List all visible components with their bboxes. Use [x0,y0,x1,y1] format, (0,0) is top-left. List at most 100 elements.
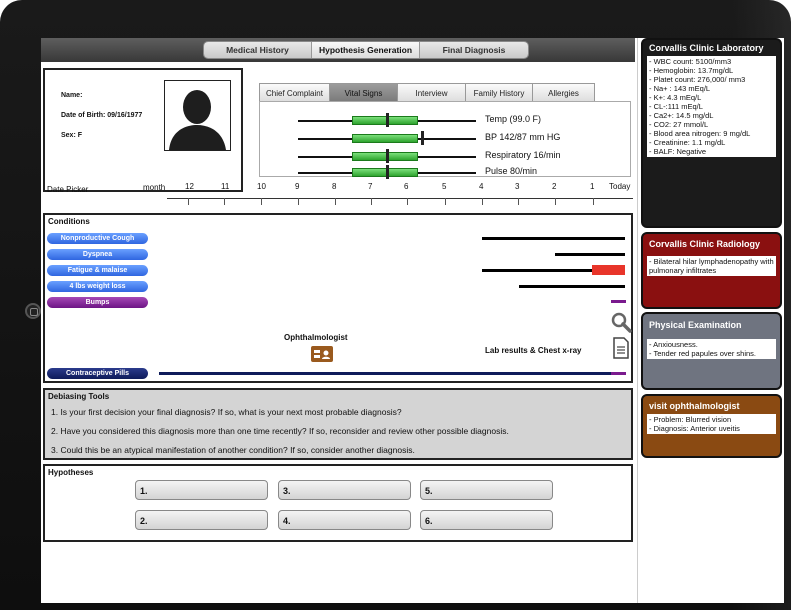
condition-weight-loss[interactable]: 4 lbs weight loss [47,281,148,292]
lab-line: - Na+ : 143 mEq/L [649,84,711,93]
stage-segmented-control: Medical History Hypothesis Generation Fi… [203,41,529,59]
patient-dob: Date of Birth: 09/16/1977 [61,112,143,119]
pulse-slider-knob[interactable] [386,165,389,179]
debiasing-title: Debiasing Tools [48,392,110,401]
timeline-bar-fatigue [482,269,592,272]
month-tick-8[interactable]: 8 [332,182,336,191]
home-button-icon[interactable] [25,303,41,319]
ruler-tick [298,198,299,205]
ruler-tick [445,198,446,205]
ophth-line: - Diagnosis: Anterior uveitis [649,424,740,433]
ruler-tick [593,198,594,205]
patient-avatar-icon [164,80,231,151]
resp-slider-knob[interactable] [386,149,389,163]
lab-results-label: Lab results & Chest x-ray [485,346,582,355]
tab-medical-history[interactable]: Medical History [204,42,312,58]
hypothesis-slot-1[interactable]: 1. [135,480,268,500]
ruler-tick [555,198,556,205]
date-picker-label: Date Picker [47,185,89,194]
document-icon[interactable] [612,337,630,359]
card-physical-exam[interactable]: Physical Examination - Anxiousness. - Te… [641,312,782,390]
ophthalmologist-card-icon[interactable] [311,346,333,362]
ruler-tick [407,198,408,205]
condition-bumps[interactable]: Bumps [47,297,148,308]
vital-bp: BP 142/87 mm HG [485,132,561,142]
debias-question-3: 3. Could this be an atypical manifestati… [51,445,415,455]
pulse-normal-range [352,168,418,177]
exam-line: - Anxiousness. [649,340,698,349]
resp-normal-range [352,152,418,161]
card-ophthalmologist-title: visit ophthalmologist [649,401,740,411]
timeline-bar-bumps [611,300,626,303]
timeline-bar-fatigue-highlight [592,265,625,275]
conditions-title: Conditions [48,217,90,226]
hypothesis-slot-4[interactable]: 4. [278,510,411,530]
tab-allergies[interactable]: Allergies [532,83,595,102]
condition-nonproductive-cough[interactable]: Nonproductive Cough [47,233,148,244]
card-laboratory[interactable]: Corvallis Clinic Laboratory - WBC count:… [641,38,782,228]
vital-temp: Temp (99.0 F) [485,114,542,124]
tab-family-history[interactable]: Family History [465,83,533,102]
hypothesis-slot-5[interactable]: 5. [420,480,553,500]
lab-line: - CL-:111 mEq/L [649,102,703,111]
tab-vital-signs[interactable]: Vital Signs [329,83,398,102]
vital-pulse: Pulse 80/min [485,166,538,176]
radiology-line: - Bilateral hilar lymphadenopathy with p… [649,257,774,275]
conditions-panel: Conditions Nonproductive Cough Dyspnea F… [43,213,633,383]
timeline-bar-medication [159,372,612,375]
timeline-bar-medication-end [611,372,626,375]
month-tick-1[interactable]: 1 [590,182,594,191]
month-tick-6[interactable]: 6 [404,182,408,191]
month-tick-3[interactable]: 3 [515,182,519,191]
month-tick-4[interactable]: 4 [479,182,483,191]
patient-detail-tabs: Chief Complaint Vital Signs Interview Fa… [259,83,595,102]
card-laboratory-title: Corvallis Clinic Laboratory [649,43,764,53]
medication-contraceptive-pills[interactable]: Contraceptive Pills [47,368,148,379]
card-radiology[interactable]: Corvallis Clinic Radiology - Bilateral h… [641,232,782,309]
temp-slider-knob[interactable] [386,113,389,127]
condition-fatigue-malaise[interactable]: Fatigue & malaise [47,265,148,276]
ruler-tick [188,198,189,205]
card-radiology-title: Corvallis Clinic Radiology [649,239,761,249]
month-tick-11[interactable]: 11 [221,182,229,191]
month-tick-9[interactable]: 9 [295,182,299,191]
month-tick-10[interactable]: 10 [257,182,266,191]
lab-line: - Ca2+: 14.5 mg/dL [649,111,714,120]
ruler-tick [261,198,262,205]
debias-question-1: 1. Is your first decision your final dia… [51,407,402,417]
tab-interview[interactable]: Interview [397,83,466,102]
hypothesis-slot-2[interactable]: 2. [135,510,268,530]
lab-line: - BALF: Negative [649,147,707,156]
ruler-tick [371,198,372,205]
debias-question-2: 2. Have you considered this diagnosis mo… [51,426,509,436]
ophth-line: - Problem: Blurred vision [649,415,732,424]
app-screen: Medical History Hypothesis Generation Fi… [41,38,784,603]
lab-line: - WBC count: 5100/mm3 [649,57,732,66]
hypothesis-slot-6[interactable]: 6. [420,510,553,530]
lab-line: - Creatinine: 1.1 mg/dL [649,138,726,147]
lab-line: - Hemoglobin: 13.7mg/dL [649,66,734,75]
card-ophthalmologist-visit[interactable]: visit ophthalmologist - Problem: Blurred… [641,394,782,458]
month-tick-today[interactable]: Today [609,182,630,191]
patient-name-label: Name: [61,92,83,99]
date-picker-unit: month [143,183,166,192]
tab-final-diagnosis[interactable]: Final Diagnosis [420,42,528,58]
card-physical-exam-body: - Anxiousness. - Tender red papules over… [647,339,776,359]
month-tick-5[interactable]: 5 [442,182,446,191]
tab-chief-complaint[interactable]: Chief Complaint [259,83,330,102]
hypothesis-slot-3[interactable]: 3. [278,480,411,500]
date-picker-ruler[interactable] [167,198,633,199]
timeline-bar-weight-loss [519,285,625,288]
card-ophthalmologist-body: - Problem: Blurred vision - Diagnosis: A… [647,414,776,434]
temp-normal-range [352,116,418,125]
results-sidebar: Corvallis Clinic Laboratory - WBC count:… [637,38,784,603]
search-icon[interactable] [610,311,632,333]
tab-hypothesis-generation[interactable]: Hypothesis Generation [312,42,420,58]
condition-dyspnea[interactable]: Dyspnea [47,249,148,260]
lab-line: - CO2: 27 mmol/L [649,120,709,129]
month-tick-7[interactable]: 7 [368,182,372,191]
bp-slider-knob[interactable] [421,131,424,145]
month-tick-12[interactable]: 12 [185,182,194,191]
ruler-tick [518,198,519,205]
month-tick-2[interactable]: 2 [552,182,556,191]
